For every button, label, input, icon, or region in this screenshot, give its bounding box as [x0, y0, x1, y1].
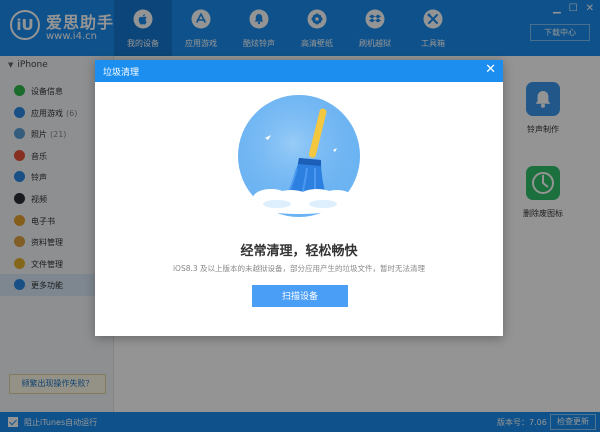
broom-illustration — [238, 95, 360, 217]
scan-device-button[interactable]: 扫描设备 — [252, 285, 348, 307]
dialog-description: iOS8.3 及以上版本的未越狱设备，部分应用产生的垃圾文件，暂时无法清理 — [172, 264, 426, 273]
junk-clean-dialog: 垃圾清理 ✕ 经常清理，轻松畅快 iOS8.3 及以上版本的未越狱设备，部分应用… — [95, 60, 503, 336]
dialog-header: 垃圾清理 ✕ — [95, 60, 503, 82]
dialog-title: 垃圾清理 — [103, 68, 140, 78]
close-icon[interactable]: ✕ — [485, 62, 496, 78]
dialog-heading: 经常清理，轻松畅快 — [240, 244, 358, 259]
